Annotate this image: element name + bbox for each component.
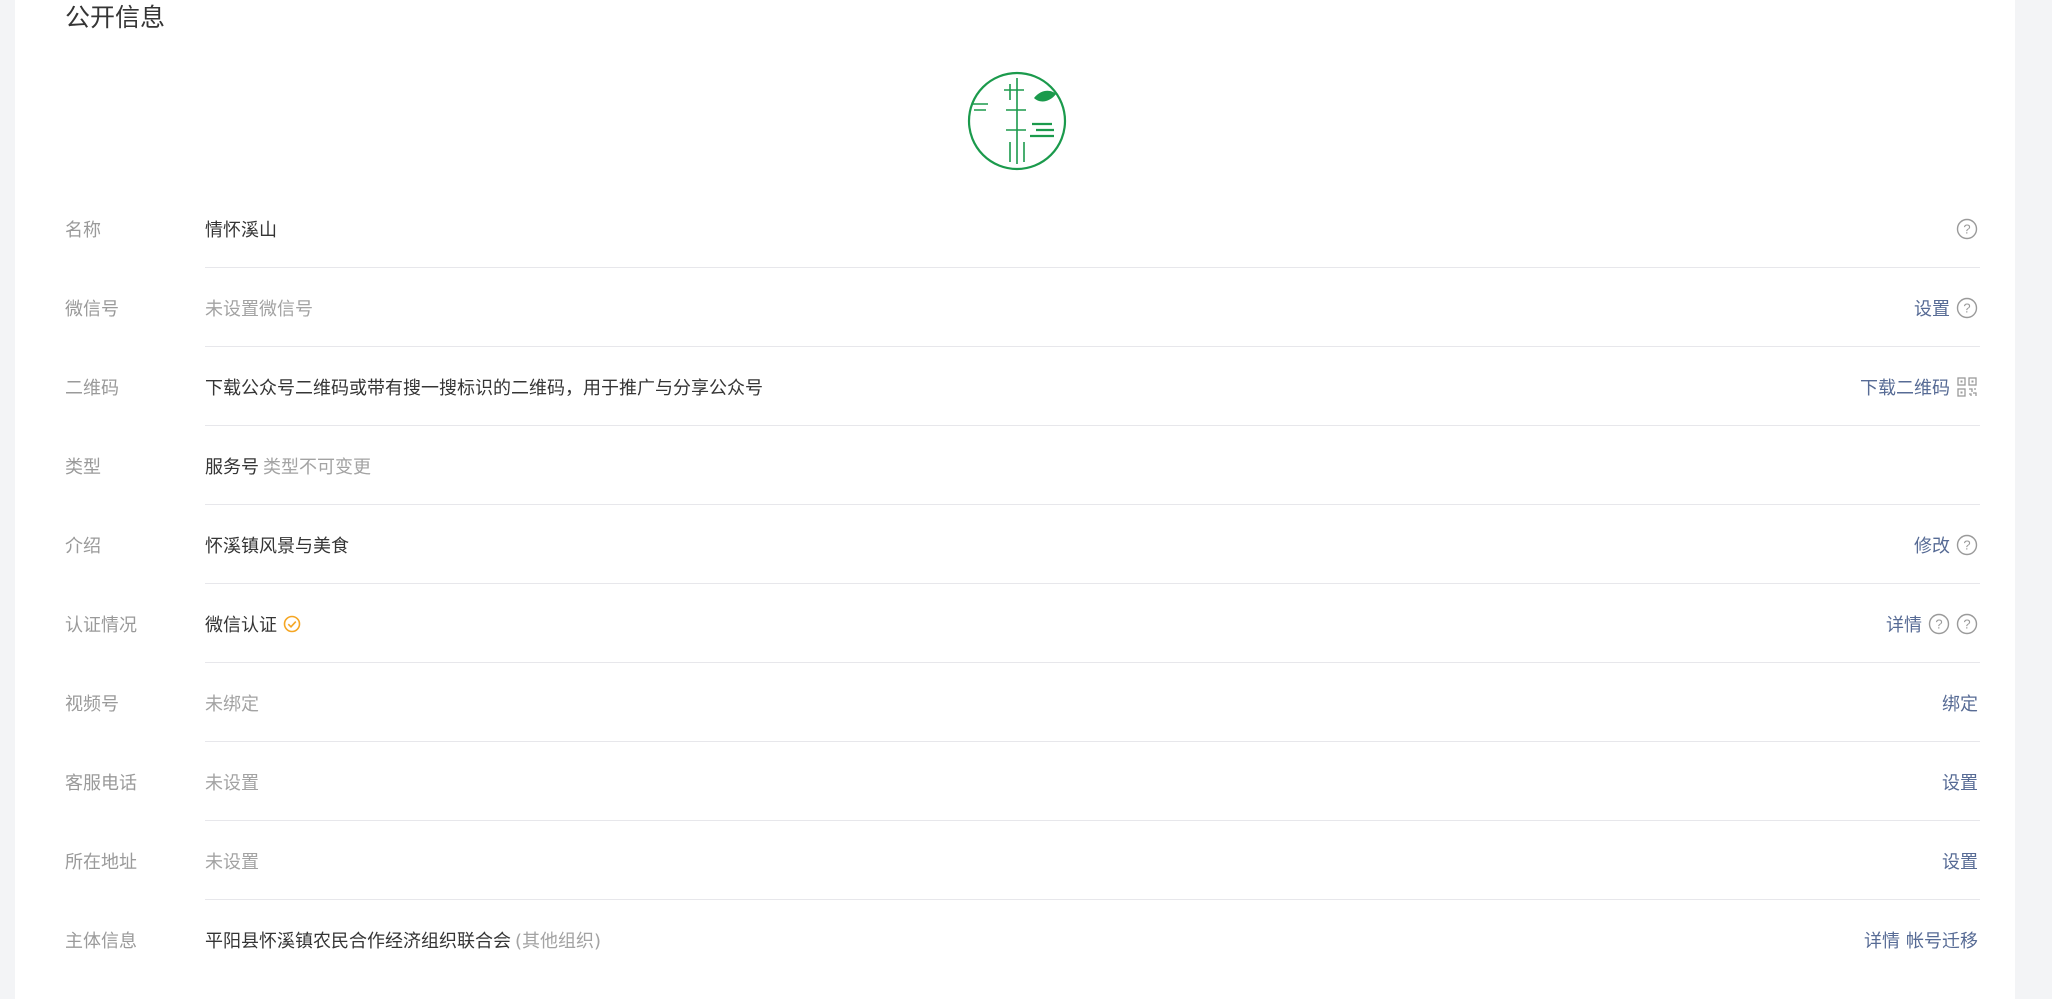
bind-channels-link[interactable]: 绑定 xyxy=(1942,690,1978,716)
account-type: 服务号 xyxy=(205,456,259,478)
row-name: 名称 情怀溪山 ? xyxy=(65,189,1980,268)
row-verification: 认证情况 微信认证 详情 ? ? xyxy=(65,584,1980,663)
row-verification-label: 认证情况 xyxy=(65,614,137,636)
account-name: 情怀溪山 xyxy=(205,219,277,241)
entity-details-link[interactable]: 详情 xyxy=(1864,927,1900,953)
verification-status: 微信认证 xyxy=(205,614,277,636)
wechat-id-value: 未设置微信号 xyxy=(205,298,313,320)
set-address-link[interactable]: 设置 xyxy=(1942,848,1978,874)
row-entity-actions: 详情 帐号迁移 xyxy=(1864,927,1980,953)
svg-text:?: ? xyxy=(1935,616,1942,631)
row-verification-actions: 详情 ? ? xyxy=(1886,611,1980,637)
row-service-phone-label: 客服电话 xyxy=(65,772,137,794)
row-wechat-id-value: 未设置微信号 xyxy=(205,295,1914,321)
service-phone-status: 未设置 xyxy=(205,772,259,794)
account-intro: 怀溪镇风景与美食 xyxy=(205,535,349,557)
row-wechat-id: 微信号 未设置微信号 设置 ? xyxy=(65,268,1980,347)
row-intro-actions: 修改 ? xyxy=(1914,532,1980,558)
row-type-value: 服务号 类型不可变更 xyxy=(205,453,1978,479)
section-title: 公开信息 xyxy=(65,3,166,32)
account-migration-link[interactable]: 帐号迁移 xyxy=(1906,927,1978,953)
help-icon[interactable]: ? xyxy=(1956,534,1978,556)
row-verification-value: 微信认证 xyxy=(205,611,1886,637)
qrcode-icon[interactable] xyxy=(1956,376,1978,398)
svg-text:?: ? xyxy=(1963,616,1970,631)
address-status: 未设置 xyxy=(205,851,259,873)
set-service-phone-link[interactable]: 设置 xyxy=(1942,769,1978,795)
row-intro: 介绍 怀溪镇风景与美食 修改 ? xyxy=(65,505,1980,584)
help-icon[interactable]: ? xyxy=(1956,218,1978,240)
help-icon[interactable]: ? xyxy=(1956,297,1978,319)
main-panel: 公开信息 名称 情怀溪山 ? 微信号 未设置微信号 设置 ? 二维码 下载公众号… xyxy=(15,0,2015,999)
channels-status: 未绑定 xyxy=(205,693,259,715)
row-wechat-id-actions: 设置 ? xyxy=(1914,295,1980,321)
type-note: 类型不可变更 xyxy=(263,456,371,478)
row-address: 所在地址 未设置 设置 xyxy=(65,821,1980,900)
row-type: 类型 服务号 类型不可变更 xyxy=(65,426,1980,505)
help-icon[interactable]: ? xyxy=(1956,613,1978,635)
download-qrcode-link[interactable]: 下载二维码 xyxy=(1860,374,1950,400)
row-entity: 主体信息 平阳县怀溪镇农民合作经济组织联合会 (其他组织) 详情 帐号迁移 xyxy=(65,900,1980,979)
svg-text:?: ? xyxy=(1963,300,1970,315)
row-entity-value: 平阳县怀溪镇农民合作经济组织联合会 (其他组织) xyxy=(205,927,1864,953)
info-rows: 名称 情怀溪山 ? 微信号 未设置微信号 设置 ? 二维码 下载公众号二维码或带… xyxy=(65,189,1980,979)
help-icon[interactable]: ? xyxy=(1928,613,1950,635)
row-intro-label: 介绍 xyxy=(65,535,101,557)
row-address-actions: 设置 xyxy=(1942,848,1980,874)
row-qrcode-label: 二维码 xyxy=(65,377,119,399)
row-qrcode-actions: 下载二维码 xyxy=(1860,374,1980,400)
row-name-actions: ? xyxy=(1956,218,1980,240)
row-name-value: 情怀溪山 xyxy=(205,216,1956,242)
row-wechat-id-label: 微信号 xyxy=(65,298,119,320)
row-channels-actions: 绑定 xyxy=(1942,690,1980,716)
entity-type-note: (其他组织) xyxy=(515,930,602,952)
row-type-label: 类型 xyxy=(65,456,101,478)
row-name-label: 名称 xyxy=(65,219,101,241)
row-intro-value: 怀溪镇风景与美食 xyxy=(205,532,1914,558)
row-qrcode-value: 下载公众号二维码或带有搜一搜标识的二维码，用于推广与分享公众号 xyxy=(205,374,1860,400)
verification-details-link[interactable]: 详情 xyxy=(1886,611,1922,637)
entity-name: 平阳县怀溪镇农民合作经济组织联合会 xyxy=(205,930,511,952)
edit-intro-link[interactable]: 修改 xyxy=(1914,532,1950,558)
row-entity-label: 主体信息 xyxy=(65,930,137,952)
row-service-phone: 客服电话 未设置 设置 xyxy=(65,742,1980,821)
row-address-value: 未设置 xyxy=(205,848,1942,874)
qrcode-description: 下载公众号二维码或带有搜一搜标识的二维码，用于推广与分享公众号 xyxy=(205,377,763,399)
verified-check-icon xyxy=(283,615,301,632)
svg-text:?: ? xyxy=(1963,221,1970,236)
row-address-label: 所在地址 xyxy=(65,851,137,873)
row-qrcode: 二维码 下载公众号二维码或带有搜一搜标识的二维码，用于推广与分享公众号 下载二维… xyxy=(65,347,1980,426)
row-channels-label: 视频号 xyxy=(65,693,119,715)
row-service-phone-value: 未设置 xyxy=(205,769,1942,795)
row-channels-value: 未绑定 xyxy=(205,690,1942,716)
svg-text:?: ? xyxy=(1963,537,1970,552)
row-channels: 视频号 未绑定 绑定 xyxy=(65,663,1980,742)
row-service-phone-actions: 设置 xyxy=(1942,769,1980,795)
set-wechat-id-link[interactable]: 设置 xyxy=(1914,295,1950,321)
account-logo xyxy=(967,71,1067,171)
